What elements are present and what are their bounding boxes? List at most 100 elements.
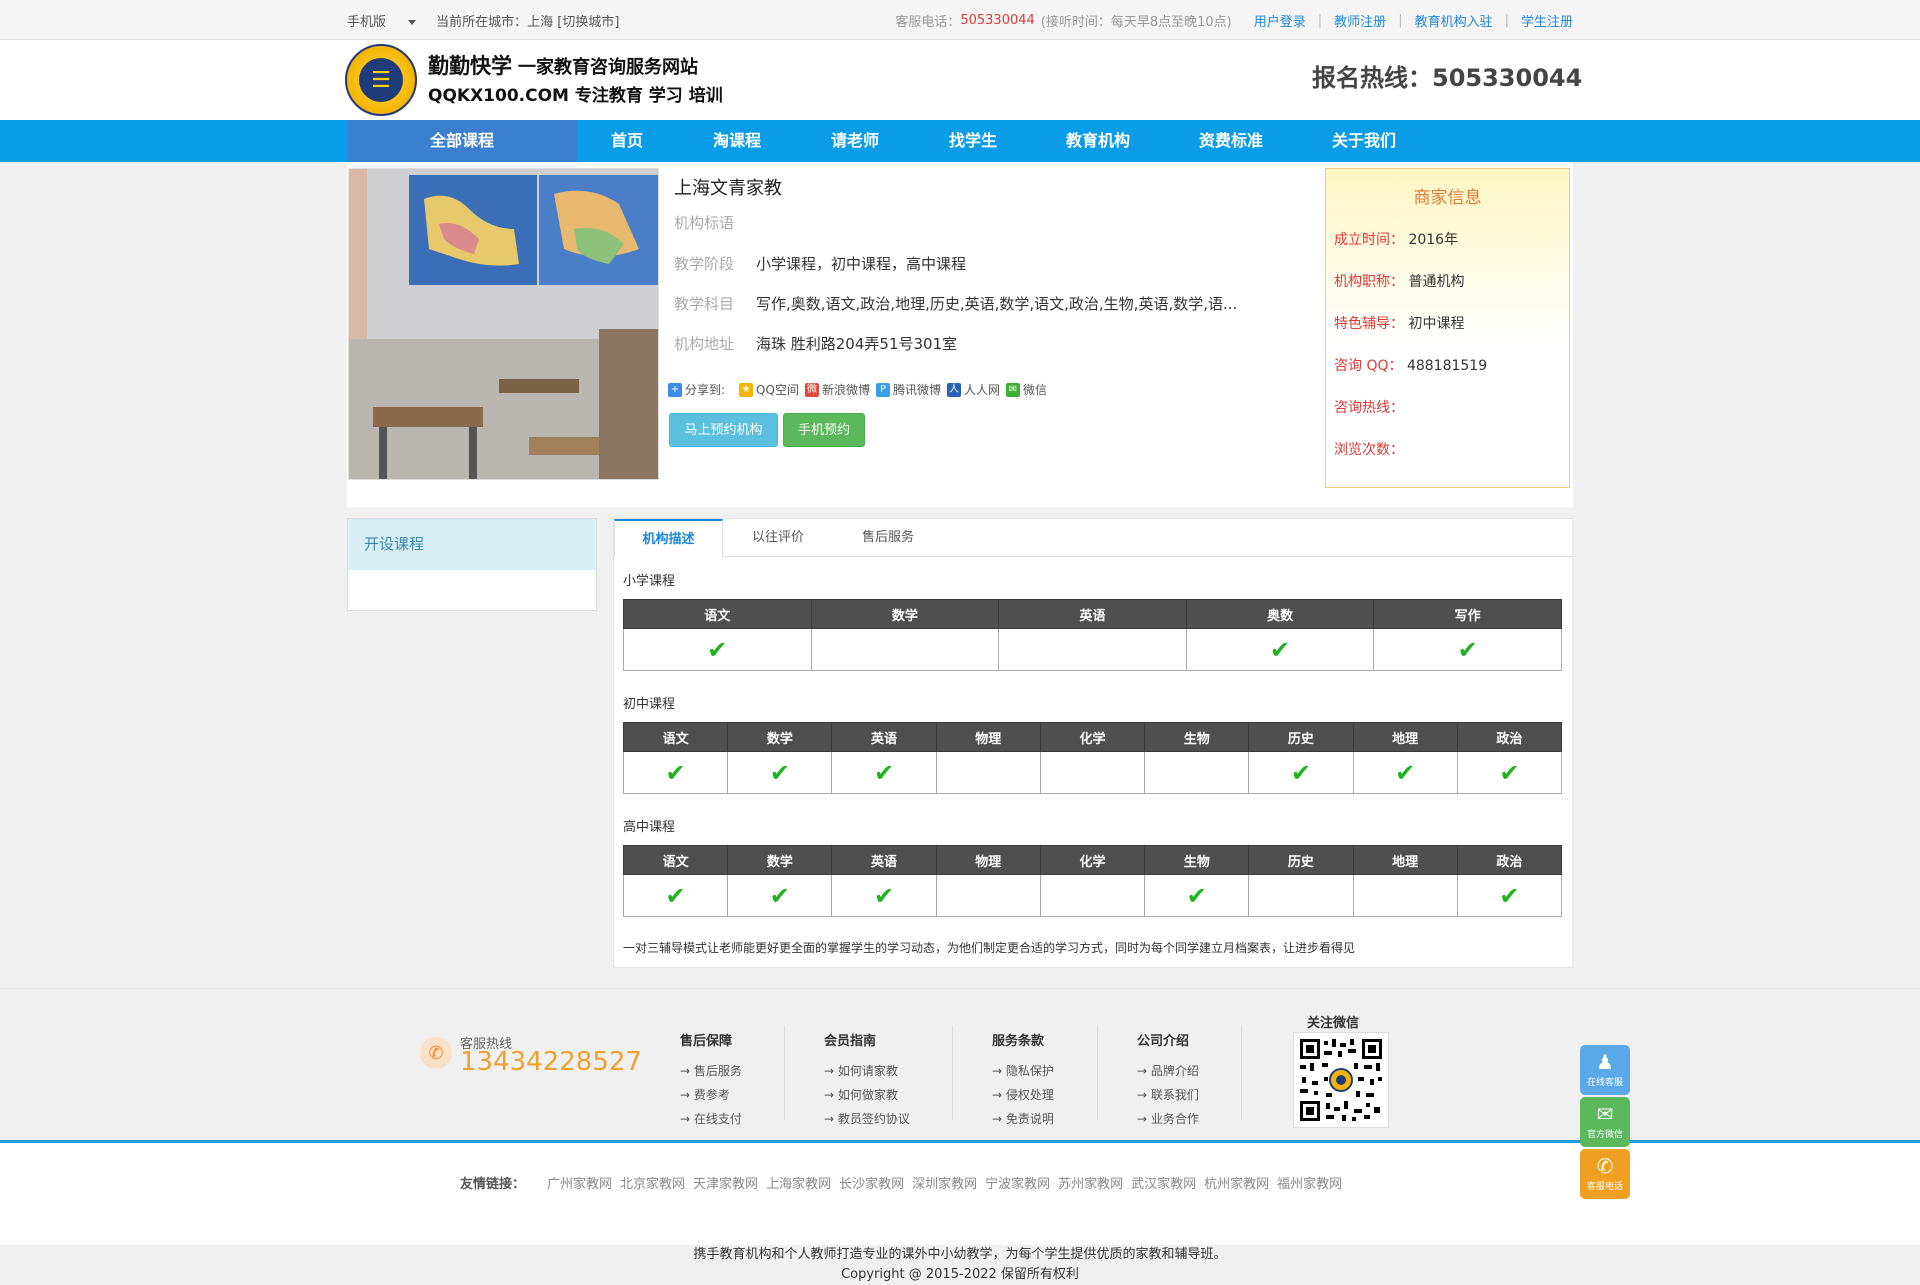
share-renren[interactable]: 人人人网	[946, 381, 1000, 398]
subject-header: 政治	[1456, 845, 1563, 875]
student-register-link[interactable]: 学生注册	[1521, 11, 1573, 30]
share-qzone[interactable]: ★ QQ空间	[739, 381, 799, 398]
org-description: 一对三辅导模式让老师能更好更全面的掌握学生的学习动态，为他们制定更合适的学习方式…	[623, 941, 1356, 955]
footer-link[interactable]: → 如何做家教	[824, 1083, 910, 1107]
footer-link[interactable]: → 在线支付	[680, 1107, 742, 1131]
friend-link[interactable]: 苏州家教网	[1058, 1173, 1123, 1192]
divider	[1097, 1025, 1098, 1120]
tab-description[interactable]: 机构描述	[614, 519, 723, 558]
check-icon: ✔	[622, 874, 729, 917]
nav-all-courses[interactable]: 全部课程	[347, 120, 577, 162]
merchant-row: 机构职称： 普通机构	[1334, 274, 1465, 290]
friend-link[interactable]: 杭州家教网	[1204, 1173, 1269, 1192]
share-tencent-weibo[interactable]: P 腾讯微博	[875, 381, 941, 398]
nav-about[interactable]: 关于我们	[1299, 120, 1429, 162]
check-icon: ✔	[1248, 751, 1354, 794]
subject-header: 英语	[998, 599, 1187, 629]
nav-pricing[interactable]: 资费标准	[1163, 120, 1299, 162]
org-join-link[interactable]: 教育机构入驻	[1415, 11, 1493, 30]
city-switch[interactable]: 当前所在城市：上海 [切换城市]	[436, 15, 619, 30]
footer-link[interactable]: → 侵权处理	[992, 1083, 1054, 1107]
service-phone: 505330044	[960, 12, 1035, 28]
subject-header: 数学	[810, 599, 1000, 629]
footer-link[interactable]: → 免责说明	[992, 1107, 1054, 1131]
divider	[952, 1025, 953, 1120]
footer-col-title: 会员指南	[824, 1034, 877, 1049]
course-header-row: 语文 数学 英语 奥数 写作	[623, 599, 1562, 629]
site-logo[interactable]: ☰	[345, 44, 417, 116]
copyright-line1: 携手教育机构和个人教师打造专业的课外中小幼教学，为每个学生提供优质的家教和辅导班…	[693, 1247, 1227, 1262]
check-icon: ✔	[831, 874, 937, 917]
footer-link[interactable]: → 教员签约协议	[824, 1107, 910, 1131]
primary-course-table: 语文 数学 英语 奥数 写作 ✔ ✔ ✔	[623, 599, 1562, 671]
org-name: 上海文青家教	[674, 178, 782, 199]
friend-link[interactable]: 广州家教网	[547, 1173, 612, 1192]
org-stage-row: 教学阶段 小学课程，初中课程，高中课程	[674, 255, 967, 273]
check-icon: ✔	[1373, 628, 1562, 671]
org-subjects-row: 教学科目 写作,奥数,语文,政治,地理,历史,英语,数学,语文,政治,生物,英语,…	[674, 295, 1238, 313]
sidebar-item-courses[interactable]: 开设课程	[348, 519, 596, 570]
brand-title: 勤勤快学 一家教育咨询服务网站	[428, 54, 698, 78]
signup-hotline: 报名热线：505330044	[1312, 64, 1583, 92]
float-online-service[interactable]: ♟ 在线客服	[1580, 1045, 1630, 1095]
mobile-book-button[interactable]: 手机预约	[783, 413, 865, 447]
share-weibo[interactable]: 微新浪微博	[804, 381, 870, 398]
course-check-row: ✔ ✔ ✔ ✔ ✔	[622, 874, 1563, 917]
nav-home[interactable]: 首页	[577, 120, 677, 162]
subject-header: 历史	[1248, 845, 1354, 875]
tab-after-sales[interactable]: 售后服务	[833, 519, 943, 557]
friend-link[interactable]: 北京家教网	[620, 1173, 685, 1192]
friend-link[interactable]: 武汉家教网	[1131, 1173, 1196, 1192]
share-more[interactable]: + 分享到:	[668, 381, 725, 398]
phone-icon: ✆	[420, 1037, 452, 1069]
share-wechat[interactable]: ✉ 微信	[1006, 381, 1047, 398]
footer-link[interactable]: → 品牌介绍	[1137, 1059, 1199, 1083]
friend-link[interactable]: 宁波家教网	[985, 1173, 1050, 1192]
nav-courses[interactable]: 淘课程	[677, 120, 797, 162]
qr-code-icon	[1298, 1037, 1384, 1123]
nav-institutions[interactable]: 教育机构	[1033, 120, 1163, 162]
check-icon: ✔	[622, 751, 729, 794]
course-check-row: ✔ ✔ ✔ ✔ ✔ ✔	[622, 751, 1563, 794]
org-photo	[348, 168, 659, 480]
book-org-button[interactable]: 马上预约机构	[669, 413, 778, 447]
course-sidebar: 开设课程	[347, 518, 597, 611]
float-wechat[interactable]: ✉ 官方微信	[1580, 1097, 1630, 1147]
friend-link[interactable]: 长沙家教网	[839, 1173, 904, 1192]
subject-header: 生物	[1144, 722, 1250, 752]
qr-title: 关注微信	[1307, 1016, 1360, 1031]
caret-down-icon	[408, 19, 417, 25]
footer-link[interactable]: → 业务合作	[1137, 1107, 1199, 1131]
mobile-version-link[interactable]: 手机版	[347, 15, 417, 30]
check-icon: ✔	[1185, 628, 1375, 671]
friend-link[interactable]: 天津家教网	[693, 1173, 758, 1192]
section-title: 高中课程	[623, 820, 676, 835]
teacher-register-link[interactable]: 教师注册	[1334, 11, 1386, 30]
merchant-row: 咨询 QQ： 488181519	[1334, 358, 1488, 374]
float-phone[interactable]: ✆ 客服电话	[1580, 1149, 1630, 1199]
subject-header: 语文	[622, 845, 729, 875]
empty-cell	[1039, 874, 1146, 917]
course-header-row: 语文 数学 英语 物理 化学 生物 历史 地理 政治	[622, 722, 1563, 752]
divider: |	[1504, 12, 1509, 28]
course-check-row: ✔ ✔ ✔	[623, 628, 1562, 671]
subject-header: 奥数	[1185, 599, 1375, 629]
subject-header: 语文	[623, 599, 812, 629]
merchant-title: 商家信息	[1413, 188, 1482, 208]
nav-find-student[interactable]: 找学生	[913, 120, 1033, 162]
empty-cell	[935, 751, 1041, 794]
friend-link[interactable]: 福州家教网	[1277, 1173, 1342, 1192]
footer-link[interactable]: → 费参考	[680, 1083, 742, 1107]
friend-link[interactable]: 上海家教网	[766, 1173, 831, 1192]
footer-link[interactable]: → 如何请家教	[824, 1059, 910, 1083]
check-icon: ✔	[1144, 874, 1250, 917]
footer-link[interactable]: → 隐私保护	[992, 1059, 1054, 1083]
tab-reviews[interactable]: 以往评价	[723, 519, 833, 557]
logo-icon: ☰	[359, 58, 403, 102]
footer-link[interactable]: → 联系我们	[1137, 1083, 1199, 1107]
friend-link[interactable]: 深圳家教网	[912, 1173, 977, 1192]
user-login-link[interactable]: 用户登录	[1254, 11, 1306, 30]
nav-find-teacher[interactable]: 请老师	[797, 120, 913, 162]
footer-link[interactable]: → 售后服务	[680, 1059, 742, 1083]
classroom-photo	[349, 169, 658, 479]
